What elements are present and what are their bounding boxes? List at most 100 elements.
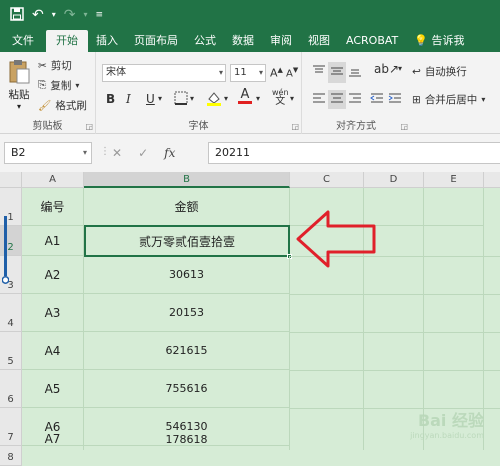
cell-b8[interactable]: 178618 bbox=[84, 428, 290, 450]
format-painter-button[interactable]: 🖌 格式刷 bbox=[38, 98, 87, 113]
borders-icon[interactable] bbox=[174, 91, 188, 108]
customize-qa-icon[interactable]: ≡ bbox=[96, 8, 104, 22]
fill-color-icon[interactable] bbox=[206, 90, 222, 109]
align-right-icon[interactable] bbox=[348, 92, 362, 107]
font-color-dropdown-icon[interactable]: ▾ bbox=[256, 94, 260, 103]
cell-a1[interactable]: 编号 bbox=[22, 188, 84, 226]
font-color-icon[interactable]: A bbox=[238, 88, 252, 104]
cancel-icon[interactable]: ✕ bbox=[112, 146, 122, 160]
col-header-e[interactable]: E bbox=[424, 172, 484, 188]
orientation-icon[interactable]: ab↗ bbox=[374, 62, 399, 76]
cell-a8[interactable]: A7 bbox=[22, 428, 84, 450]
tab-tell-me[interactable]: 💡 告诉我 bbox=[406, 30, 472, 52]
lightbulb-icon: 💡 bbox=[414, 34, 428, 47]
tab-data[interactable]: 数据 bbox=[224, 30, 262, 52]
cut-button[interactable]: ✂ 剪切 bbox=[38, 58, 72, 73]
font-name-select[interactable]: 宋体 ▾ bbox=[102, 64, 226, 82]
col-header-a[interactable]: A bbox=[22, 172, 84, 188]
tab-file[interactable]: 文件 bbox=[0, 30, 46, 52]
col-header-d[interactable]: D bbox=[364, 172, 424, 188]
phonetic-dropdown-icon[interactable]: ▾ bbox=[290, 94, 294, 103]
undo-dropdown-icon[interactable]: ▾ bbox=[52, 8, 56, 22]
row-number: 8 bbox=[7, 452, 14, 463]
redo-icon[interactable]: ↷ bbox=[64, 8, 76, 22]
tab-page-layout[interactable]: 页面布局 bbox=[126, 30, 186, 52]
cell-a5[interactable]: A4 bbox=[22, 332, 84, 370]
bold-button[interactable]: B bbox=[106, 92, 115, 106]
cell-b1[interactable]: 金额 bbox=[84, 188, 290, 226]
italic-button[interactable]: I bbox=[126, 92, 131, 106]
increase-indent-icon[interactable] bbox=[388, 92, 402, 107]
paste-button[interactable]: 粘贴 ▾ bbox=[6, 58, 32, 111]
name-box[interactable]: B2 ▾ bbox=[4, 142, 92, 164]
underline-dropdown-icon[interactable]: ▾ bbox=[158, 94, 162, 103]
borders-dropdown-icon[interactable]: ▾ bbox=[190, 94, 194, 103]
align-top-icon[interactable] bbox=[312, 64, 326, 81]
alignment-launcher-icon[interactable]: ◲ bbox=[400, 122, 408, 131]
col-header-f[interactable] bbox=[484, 172, 500, 188]
cell-a4[interactable]: A3 bbox=[22, 294, 84, 332]
row-header-4[interactable]: 4 bbox=[0, 294, 22, 332]
wrap-text-button[interactable]: ↩ 自动换行 bbox=[412, 64, 467, 79]
formula-input[interactable]: 20211 bbox=[208, 142, 500, 164]
copy-button[interactable]: ⎘ 复制 ▾ bbox=[38, 78, 79, 93]
undo-icon[interactable]: ↶ bbox=[32, 8, 44, 22]
annotation-arrow-icon bbox=[296, 210, 376, 268]
cut-label: 剪切 bbox=[50, 60, 72, 72]
col-header-c[interactable]: C bbox=[290, 172, 364, 188]
name-box-value: B2 bbox=[11, 146, 26, 159]
paste-dropdown-icon[interactable]: ▾ bbox=[6, 102, 32, 111]
align-bottom-icon[interactable] bbox=[348, 64, 362, 81]
paste-label: 粘贴 bbox=[8, 89, 30, 101]
cell-b6[interactable]: 755616 bbox=[84, 370, 290, 408]
clipboard-group-label: 剪贴板 bbox=[32, 121, 63, 132]
insert-function-icon[interactable]: fx bbox=[164, 146, 175, 160]
row-header-7[interactable]: 7 bbox=[0, 408, 22, 446]
clipboard-group: 粘贴 ▾ ✂ 剪切 ⎘ 复制 ▾ 🖌 格式刷 剪贴板 ◲ bbox=[0, 52, 96, 134]
tab-home[interactable]: 开始 bbox=[46, 30, 88, 52]
cell-a3[interactable]: A2 bbox=[22, 256, 84, 294]
tab-review[interactable]: 审阅 bbox=[262, 30, 300, 52]
font-size-select[interactable]: 11 ▾ bbox=[230, 64, 266, 82]
underline-button[interactable]: U bbox=[146, 92, 155, 106]
merge-dropdown-icon[interactable]: ▾ bbox=[481, 95, 485, 104]
align-left-icon[interactable] bbox=[312, 92, 326, 107]
row-header-6[interactable]: 6 bbox=[0, 370, 22, 408]
orientation-dropdown-icon[interactable]: ▾ bbox=[398, 64, 402, 73]
row-header-8[interactable]: 8 bbox=[0, 446, 22, 466]
formula-bar: B2 ▾ ⋮ ✕ ✓ fx 20211 bbox=[0, 134, 500, 172]
fill-color-dropdown-icon[interactable]: ▾ bbox=[224, 94, 228, 103]
font-size-value: 11 bbox=[234, 67, 247, 78]
align-center-icon[interactable] bbox=[328, 90, 346, 109]
increase-font-icon[interactable]: A▲ bbox=[270, 66, 283, 80]
merge-center-button[interactable]: ⊞ 合并后居中 ▾ bbox=[412, 92, 485, 107]
cell-b4[interactable]: 20153 bbox=[84, 294, 290, 332]
ribbon: 粘贴 ▾ ✂ 剪切 ⎘ 复制 ▾ 🖌 格式刷 剪贴板 ◲ 宋体 ▾ 11 ▾ A▲ A▼ B… bbox=[0, 52, 500, 134]
decrease-font-icon[interactable]: A▼ bbox=[286, 66, 298, 79]
save-icon[interactable] bbox=[10, 6, 24, 24]
cell-b3[interactable]: 30613 bbox=[84, 256, 290, 294]
col-header-b[interactable]: B bbox=[84, 172, 290, 188]
row-header-5[interactable]: 5 bbox=[0, 332, 22, 370]
tab-formulas[interactable]: 公式 bbox=[186, 30, 224, 52]
align-middle-icon[interactable] bbox=[328, 62, 346, 83]
decrease-indent-icon[interactable] bbox=[370, 92, 384, 107]
copy-dropdown-icon[interactable]: ▾ bbox=[75, 81, 79, 90]
tab-acrobat[interactable]: ACROBAT bbox=[338, 30, 406, 52]
phonetic-icon[interactable]: wén 文 bbox=[272, 88, 289, 107]
copy-label: 复制 bbox=[50, 80, 72, 92]
clipboard-launcher-icon[interactable]: ◲ bbox=[85, 122, 93, 131]
font-launcher-icon[interactable]: ◲ bbox=[291, 122, 299, 131]
cell-a2[interactable]: A1 bbox=[22, 226, 84, 256]
select-all-corner[interactable] bbox=[0, 172, 22, 188]
tab-view[interactable]: 视图 bbox=[300, 30, 338, 52]
cell-b2-active[interactable]: 贰万零贰佰壹拾壹 bbox=[84, 225, 290, 257]
cell-e1[interactable] bbox=[424, 188, 484, 226]
cell-b5[interactable]: 621615 bbox=[84, 332, 290, 370]
alignment-group-label: 对齐方式 bbox=[336, 121, 376, 132]
cell-a6[interactable]: A5 bbox=[22, 370, 84, 408]
redo-dropdown-icon[interactable]: ▾ bbox=[83, 8, 87, 22]
chevron-down-icon: ▾ bbox=[258, 68, 263, 77]
tab-insert[interactable]: 插入 bbox=[88, 30, 126, 52]
enter-icon[interactable]: ✓ bbox=[138, 146, 148, 160]
